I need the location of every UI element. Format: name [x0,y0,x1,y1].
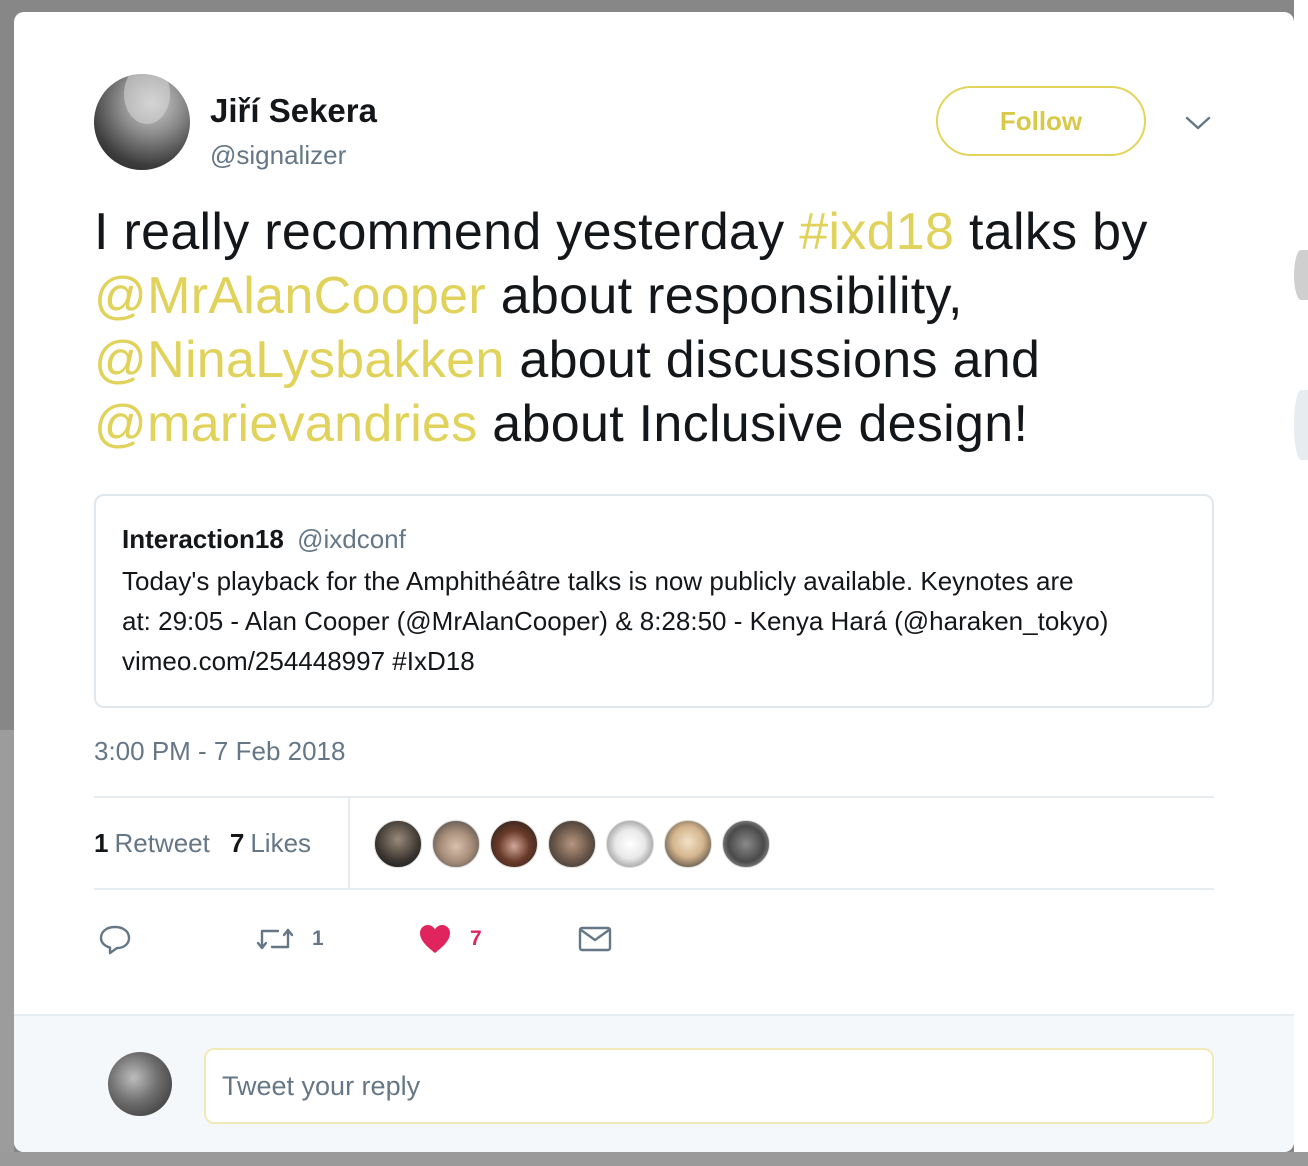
tweet-text-line-2: @MrAlanCooper about responsibility, [94,264,1234,328]
heart-icon [420,925,450,953]
likes-count: 7 [229,827,245,858]
background-page-right-edge [1294,0,1308,1166]
liker-avatar[interactable] [374,820,422,868]
retweets-count: 1 [94,827,109,858]
quoted-tweet-header: Interaction18 @ixdconf [122,524,1186,555]
liker-avatar[interactable] [664,820,712,868]
tweet-text-segment: about Inclusive design! [477,395,1029,453]
retweet-icon [256,928,294,950]
author-avatar[interactable] [94,74,190,170]
retweets-label: Retweet [114,827,210,858]
reply-icon [99,925,131,955]
tweet-text-line-4: @marievandries about Inclusive design! [94,392,1234,456]
author-screen-name[interactable]: @signalizer [210,140,346,171]
tweet-text-segment: about discussions and [504,331,1041,389]
hashtag-link-ixd18[interactable]: #ixd18 [799,203,954,261]
reply-composer [14,1014,1294,1152]
quoted-tweet-text: Today's playback for the Amphithéâtre ta… [122,561,1186,681]
like-action-count: 7 [470,927,482,950]
quoted-text-line-3: vimeo.com/254448997 #IxD18 [122,646,475,676]
tweet-text-segment: talks by [954,203,1148,261]
retweets-stat[interactable]: 1 Retweet [94,828,210,859]
quoted-author-name: Interaction18 [122,524,284,554]
tweet-text-line-3: @NinaLysbakken about discussions and [94,328,1234,392]
mention-link-mralancooper[interactable]: @MrAlanCooper [94,267,486,325]
background-page-left-edge [0,730,14,1166]
direct-message-action[interactable] [578,914,612,964]
tweet-actions: 1 7 [94,914,1214,964]
quoted-tweet[interactable]: Interaction18 @ixdconf Today's playback … [94,494,1214,708]
liker-avatar[interactable] [722,820,770,868]
liker-avatar[interactable] [432,820,480,868]
quoted-text-line-1: Today's playback for the Amphithéâtre ta… [122,566,1074,596]
retweet-action-count: 1 [312,927,324,950]
tweet-text-line-1: I really recommend yesterday #ixd18 talk… [94,200,1234,264]
author-display-name[interactable]: Jiří Sekera [210,92,377,130]
liker-avatar[interactable] [490,820,538,868]
tweet-modal: Jiří Sekera @signalizer Follow I really … [14,12,1294,1152]
tweet-stats: 1 Retweet 7 Likes [94,796,1214,890]
tweet-text-segment: I really recommend yesterday [94,203,800,261]
likes-label: Likes [250,827,312,858]
tweet-text: I really recommend yesterday #ixd18 talk… [94,200,1234,456]
like-action[interactable]: 7 [418,914,482,964]
tweet-header: Jiří Sekera @signalizer Follow [94,74,1224,184]
quoted-text-line-2: at: 29:05 - Alan Cooper (@MrAlanCooper) … [122,606,1109,636]
likers-avatars [374,820,780,868]
current-user-avatar [108,1052,172,1116]
chevron-down-icon [1185,116,1211,130]
retweet-action[interactable]: 1 [256,914,324,964]
follow-button[interactable]: Follow [936,86,1146,156]
liker-avatar[interactable] [606,820,654,868]
liker-avatar[interactable] [548,820,596,868]
reply-input[interactable] [204,1048,1214,1124]
likes-stat[interactable]: 7 Likes [230,828,311,859]
engagement-counts: 1 Retweet 7 Likes [94,798,350,888]
mention-link-marievandries[interactable]: @marievandries [94,395,478,453]
background-page-bottom-edge [0,1152,1308,1166]
tweet-timestamp[interactable]: 3:00 PM - 7 Feb 2018 [94,736,345,767]
mention-link-ninalysbakken[interactable]: @NinaLysbakken [94,331,505,389]
more-options-caret[interactable] [1180,108,1216,138]
quoted-author-handle: @ixdconf [297,524,406,554]
tweet-text-segment: about responsibility, [485,267,963,325]
reply-action[interactable] [98,914,132,964]
envelope-icon [578,926,612,952]
